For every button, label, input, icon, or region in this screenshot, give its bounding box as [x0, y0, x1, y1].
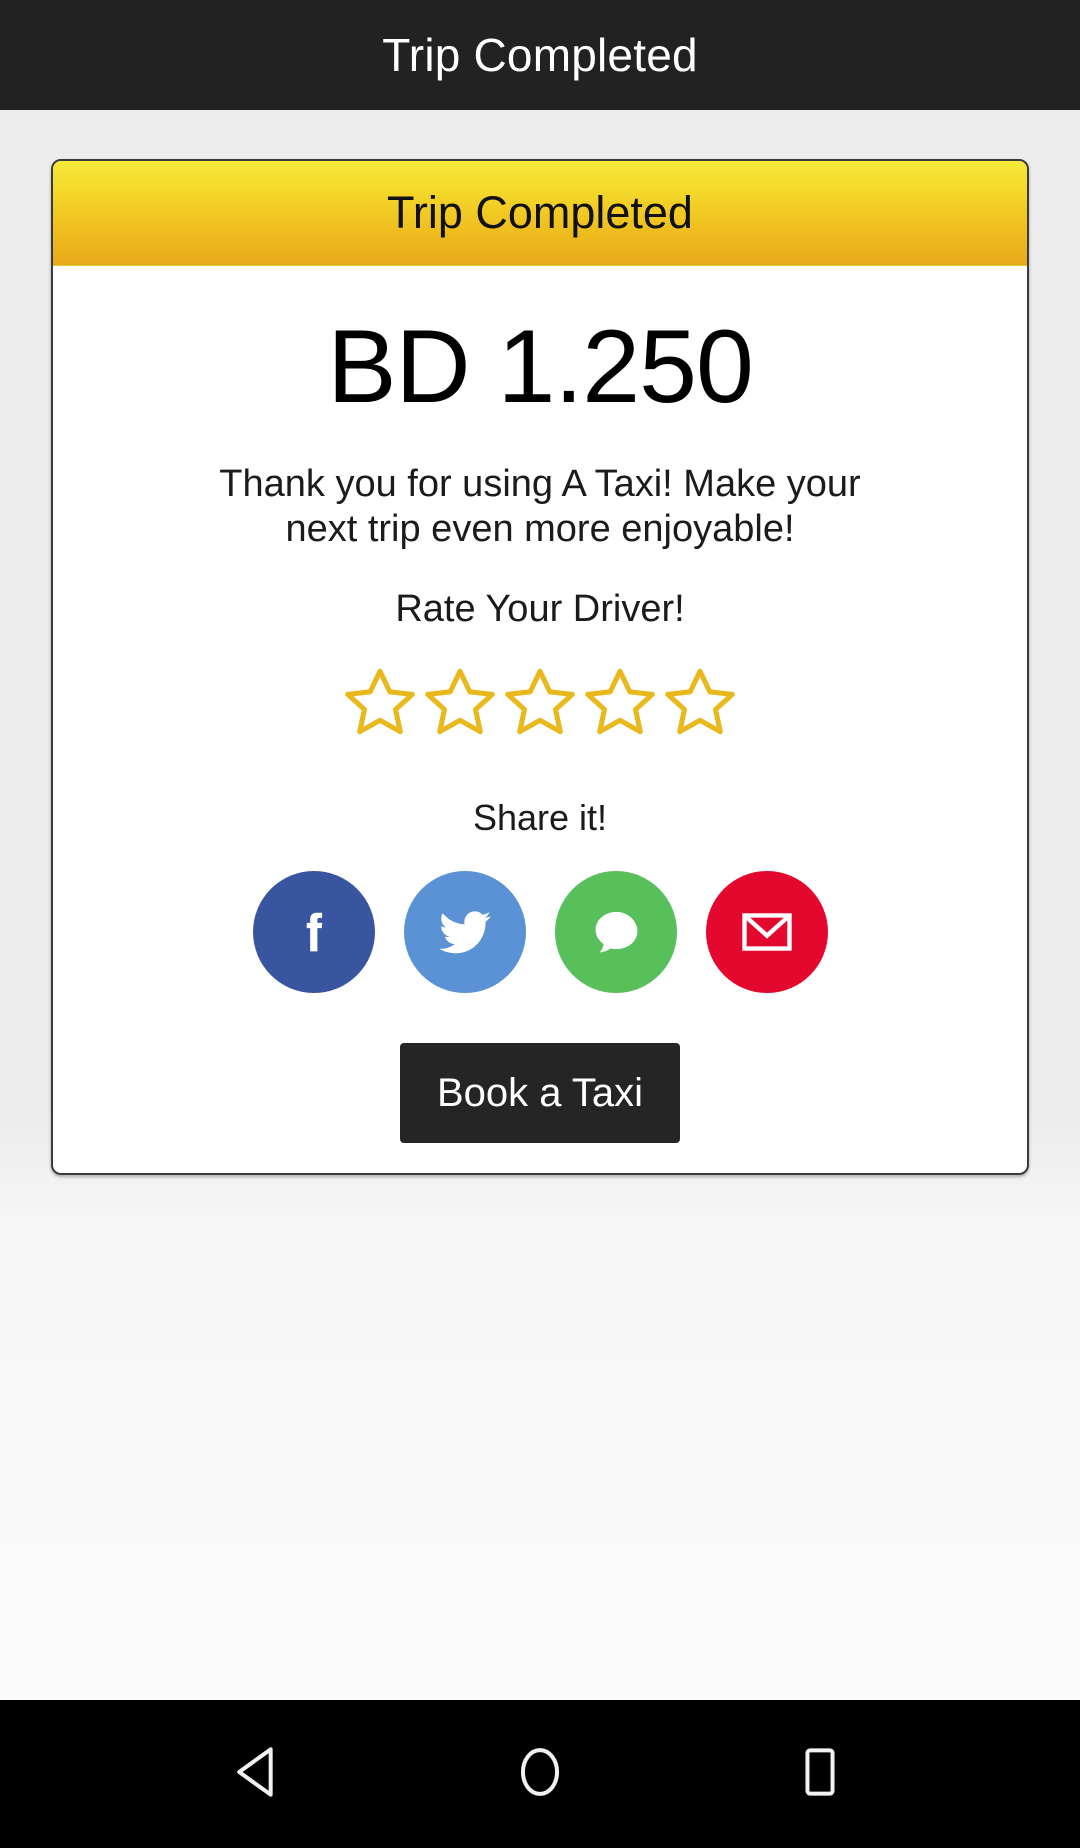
fare-amount: BD 1.250 [327, 309, 754, 425]
trip-summary-card: Trip Completed BD 1.250 Thank you for us… [51, 159, 1029, 1176]
facebook-icon [285, 903, 343, 961]
nav-recents-button[interactable] [760, 1714, 880, 1834]
back-icon [228, 1740, 292, 1809]
app-screen: Trip Completed Trip Completed BD 1.250 T… [0, 0, 1080, 1848]
card-body: BD 1.250 Thank you for using A Taxi! Mak… [53, 266, 1027, 1173]
thank-you-message: Thank you for using A Taxi! Make your ne… [219, 463, 861, 551]
content-area: Trip Completed BD 1.250 Thank you for us… [0, 110, 1080, 1700]
share-email-button[interactable] [705, 871, 828, 994]
star-5-icon[interactable] [662, 663, 738, 739]
app-bar-title: Trip Completed [382, 29, 698, 81]
email-icon [736, 901, 798, 963]
twitter-icon [434, 901, 496, 963]
star-2-icon[interactable] [422, 663, 498, 739]
sms-message-icon [585, 901, 647, 963]
share-buttons-row [252, 871, 828, 994]
card-header: Trip Completed [53, 161, 1027, 266]
book-a-taxi-button[interactable]: Book a Taxi [400, 1043, 680, 1144]
card-header-title: Trip Completed [387, 187, 693, 238]
star-3-icon[interactable] [502, 663, 578, 739]
share-message-button[interactable] [554, 871, 677, 994]
share-twitter-button[interactable] [403, 871, 526, 994]
nav-home-button[interactable] [480, 1714, 600, 1834]
nav-back-button[interactable] [200, 1714, 320, 1834]
recents-icon [788, 1740, 852, 1809]
share-label: Share it! [472, 797, 608, 839]
star-4-icon[interactable] [582, 663, 658, 739]
android-navigation-bar [0, 1700, 1080, 1848]
rate-driver-label: Rate Your Driver! [395, 588, 685, 631]
share-facebook-button[interactable] [252, 871, 375, 994]
star-1-icon[interactable] [342, 663, 418, 739]
home-icon [508, 1740, 572, 1809]
app-bar: Trip Completed [0, 0, 1080, 110]
star-rating[interactable] [342, 663, 738, 739]
